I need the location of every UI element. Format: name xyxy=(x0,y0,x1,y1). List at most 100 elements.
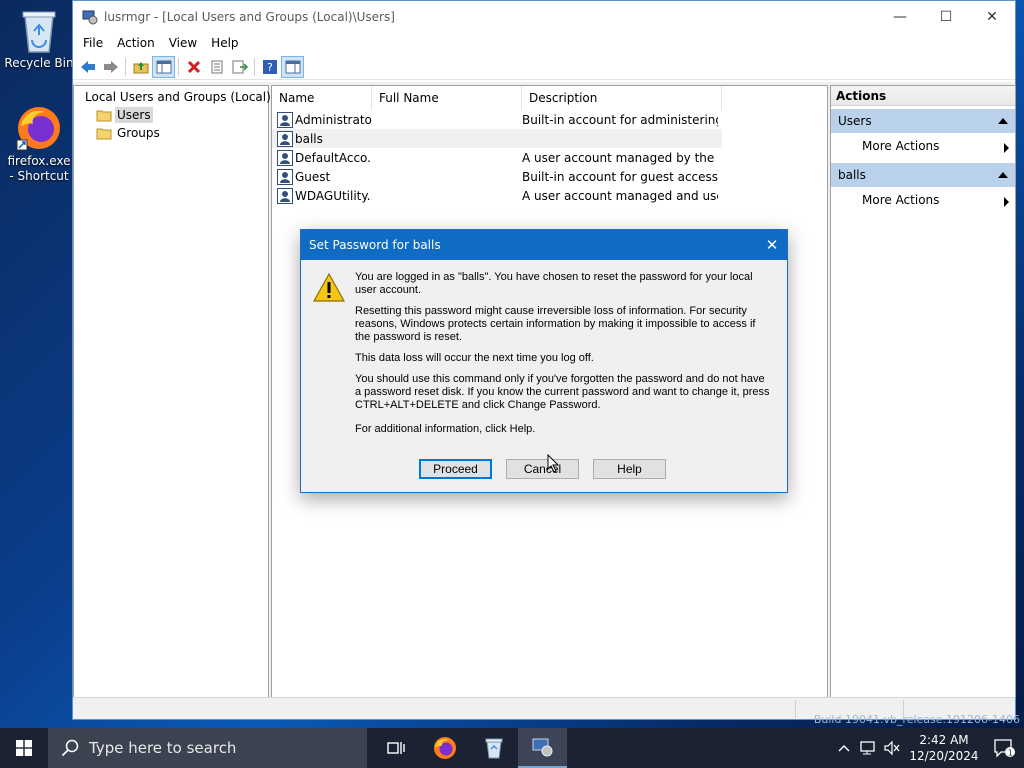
toolbar-separator xyxy=(178,57,179,76)
volume-button[interactable] xyxy=(880,740,904,756)
list-header: Name Full Name Description xyxy=(272,86,827,110)
actions-title: Actions xyxy=(831,86,1015,106)
taskbar-search-box[interactable]: Type here to search xyxy=(48,728,367,768)
column-header-full-name[interactable]: Full Name xyxy=(372,86,522,110)
recycle-bin-icon xyxy=(485,738,502,759)
taskbar-recycle-bin[interactable] xyxy=(469,728,518,768)
user-icon xyxy=(277,111,293,128)
firefox-icon xyxy=(16,107,60,151)
set-password-dialog: Set Password for balls ✕ You are logged … xyxy=(300,229,788,493)
table-row[interactable]: DefaultAcco... A user account managed by… xyxy=(272,148,827,167)
task-view-button[interactable] xyxy=(371,728,420,768)
menu-help[interactable]: Help xyxy=(204,36,245,50)
toolbar-separator xyxy=(254,57,255,76)
notification-count: 1 xyxy=(1008,749,1013,758)
table-row[interactable]: Administrator Built-in account for admin… xyxy=(272,110,827,129)
start-button[interactable] xyxy=(0,728,48,768)
menu-file[interactable]: File xyxy=(76,36,110,50)
forward-arrow-icon xyxy=(103,60,118,73)
close-button[interactable]: ✕ xyxy=(969,1,1015,32)
svg-text:?: ? xyxy=(267,61,273,74)
up-one-level-button[interactable] xyxy=(129,56,152,78)
recycle-bin-icon xyxy=(22,11,56,53)
tree-item-users[interactable]: Users xyxy=(74,106,268,124)
title-bar[interactable]: lusrmgr - [Local Users and Groups (Local… xyxy=(73,1,1015,32)
menu-bar: File Action View Help xyxy=(73,32,1015,54)
user-icon xyxy=(277,168,293,185)
tree-item-groups[interactable]: Groups xyxy=(74,124,268,142)
network-icon xyxy=(860,741,875,755)
system-tray: 2:42 AM 12/20/2024 1 xyxy=(832,728,1024,768)
taskbar-firefox[interactable] xyxy=(420,728,469,768)
submenu-arrow-icon xyxy=(1004,143,1009,153)
table-row[interactable]: WDAGUtility... A user account managed an… xyxy=(272,186,827,205)
firefox-icon xyxy=(433,737,456,759)
user-icon xyxy=(277,149,293,166)
show-hidden-icons-button[interactable] xyxy=(832,744,856,752)
show-hide-action-pane-button[interactable] xyxy=(281,55,304,78)
cancel-button[interactable]: Cancel xyxy=(506,459,579,479)
computer-management-icon xyxy=(82,10,98,24)
network-button[interactable] xyxy=(856,740,880,756)
dialog-title-bar[interactable]: Set Password for balls ✕ xyxy=(301,230,787,260)
taskbar-clock[interactable]: 2:42 AM 12/20/2024 xyxy=(904,732,984,764)
dialog-paragraph: This data loss will occur the next time … xyxy=(355,352,594,364)
warning-icon xyxy=(313,273,345,302)
help-icon: ? xyxy=(262,59,277,74)
minimize-button[interactable]: — xyxy=(877,1,923,32)
collapse-triangle-icon[interactable] xyxy=(998,118,1008,124)
column-header-name[interactable]: Name xyxy=(272,86,372,110)
search-placeholder: Type here to search xyxy=(89,739,237,757)
folder-up-icon xyxy=(133,61,148,73)
toolbar-separator xyxy=(125,57,126,76)
console-tree-icon xyxy=(156,60,171,73)
table-row[interactable]: balls xyxy=(272,129,722,148)
help-dialog-button[interactable]: Help xyxy=(593,459,666,479)
action-label: More Actions xyxy=(862,193,940,207)
task-view-icon xyxy=(386,742,405,754)
proceed-button[interactable]: Proceed xyxy=(419,459,492,479)
folder-icon xyxy=(96,128,112,140)
export-list-button[interactable] xyxy=(228,56,251,78)
chevron-up-icon xyxy=(838,745,850,752)
dialog-close-button[interactable]: ✕ xyxy=(757,236,787,254)
desktop-icon-label: firefox.exe - Shortcut xyxy=(7,154,71,183)
dialog-title: Set Password for balls xyxy=(309,238,441,252)
more-actions-users[interactable]: More Actions xyxy=(831,133,1015,160)
desktop-icon-firefox[interactable]: firefox.exe - Shortcut xyxy=(4,104,74,184)
dialog-body: You are logged in as "balls". You have c… xyxy=(301,260,787,436)
menu-view[interactable]: View xyxy=(162,36,204,50)
window-title: lusrmgr - [Local Users and Groups (Local… xyxy=(104,9,395,24)
console-tree: Local Users and Groups (Local) Users Gro… xyxy=(73,85,271,698)
table-row[interactable]: Guest Built-in account for guest access … xyxy=(272,167,827,186)
export-list-icon xyxy=(232,60,248,73)
actions-section-balls[interactable]: balls xyxy=(831,163,1015,187)
actions-section-label: Users xyxy=(838,114,872,128)
column-header-description[interactable]: Description xyxy=(522,86,722,110)
back-button[interactable] xyxy=(76,56,99,78)
clock-date: 12/20/2024 xyxy=(909,749,979,763)
help-button[interactable]: ? xyxy=(258,56,281,78)
taskbar-lusrmgr[interactable] xyxy=(518,728,567,768)
tree-root[interactable]: Local Users and Groups (Local) xyxy=(74,88,271,106)
user-description: Built-in account for guest access t... xyxy=(522,169,718,184)
user-icon xyxy=(277,187,293,204)
build-watermark: Build 19041.vb_release.191206-1406 xyxy=(813,713,1020,726)
back-arrow-icon xyxy=(80,60,95,73)
maximize-button[interactable]: ☐ xyxy=(923,1,969,32)
desktop-icon-recycle-bin[interactable]: Recycle Bin xyxy=(4,6,74,71)
action-label: More Actions xyxy=(862,139,940,153)
dialog-paragraph: For additional information, click Help. xyxy=(355,423,536,435)
menu-action[interactable]: Action xyxy=(110,36,162,50)
user-icon xyxy=(277,130,293,147)
action-center-button[interactable]: 1 xyxy=(984,738,1024,758)
actions-section-users[interactable]: Users xyxy=(831,109,1015,133)
windows-logo-icon xyxy=(16,740,32,756)
search-icon xyxy=(61,739,79,757)
forward-button[interactable] xyxy=(99,56,122,78)
properties-button[interactable] xyxy=(205,56,228,78)
show-hide-console-tree-button[interactable] xyxy=(152,55,175,78)
more-actions-balls[interactable]: More Actions xyxy=(831,187,1015,214)
collapse-triangle-icon[interactable] xyxy=(998,172,1008,178)
delete-button[interactable] xyxy=(182,56,205,78)
